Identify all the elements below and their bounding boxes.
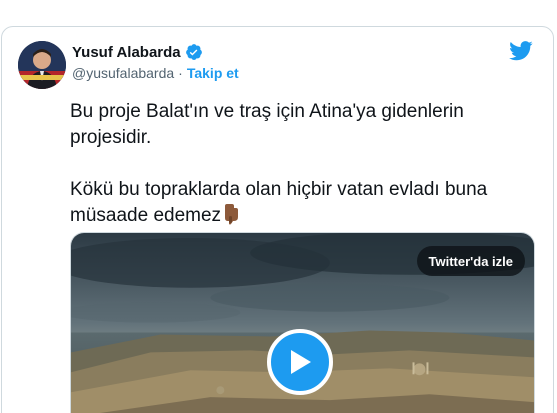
tweet-card[interactable]: Yusuf Alabarda @yusufalabarda · Takip et…: [1, 26, 554, 413]
tweet-text: Bu proje Balat'ın ve traş için Atina'ya …: [70, 99, 520, 229]
author-name[interactable]: Yusuf Alabarda: [72, 44, 181, 61]
tweet-body: Bu proje Balat'ın ve traş için Atina'ya …: [70, 101, 488, 226]
verified-badge-icon: [185, 44, 202, 60]
play-button[interactable]: [267, 329, 333, 395]
twitter-bird-icon[interactable]: [509, 41, 533, 61]
avatar[interactable]: [18, 41, 66, 89]
watch-on-twitter-button[interactable]: Twitter'da izle: [416, 246, 525, 276]
separator: ·: [178, 65, 183, 81]
backhand-index-pointing-down-icon: [225, 204, 239, 225]
follow-button[interactable]: Takip et: [187, 65, 239, 81]
video-media[interactable]: Twitter'da izle: [70, 232, 535, 413]
play-icon: [291, 350, 311, 374]
author-handle[interactable]: @yusufalabarda: [72, 65, 174, 81]
